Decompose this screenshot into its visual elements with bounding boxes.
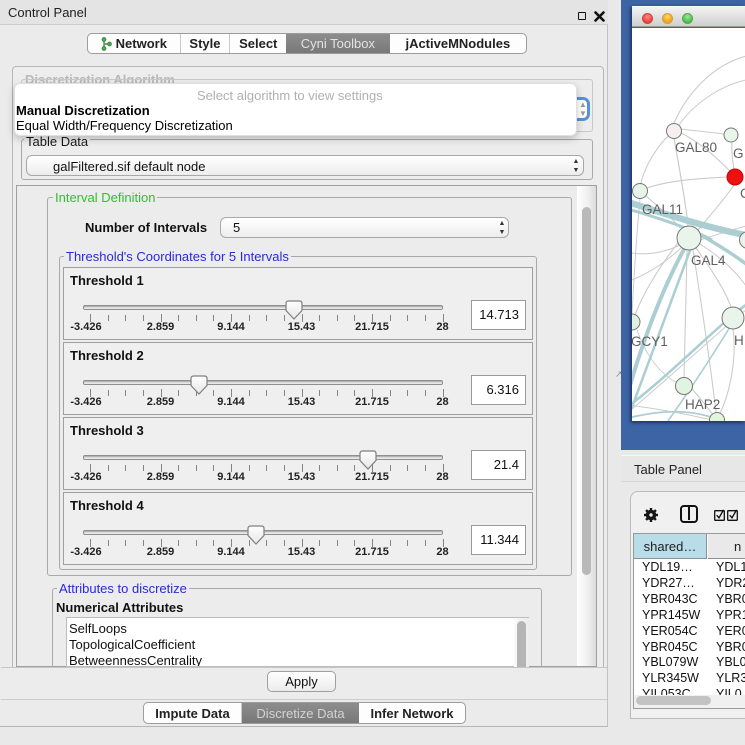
svg-text:GAL80: GAL80 [675,140,717,155]
svg-text:GAL11: GAL11 [642,202,683,217]
svg-text:G: G [733,146,744,161]
svg-text:HAP2: HAP2 [685,397,720,412]
svg-text:H: H [734,333,744,348]
svg-text:C: C [740,186,745,201]
svg-text:GCY1: GCY1 [632,334,668,349]
svg-text:GAL4: GAL4 [691,253,726,268]
